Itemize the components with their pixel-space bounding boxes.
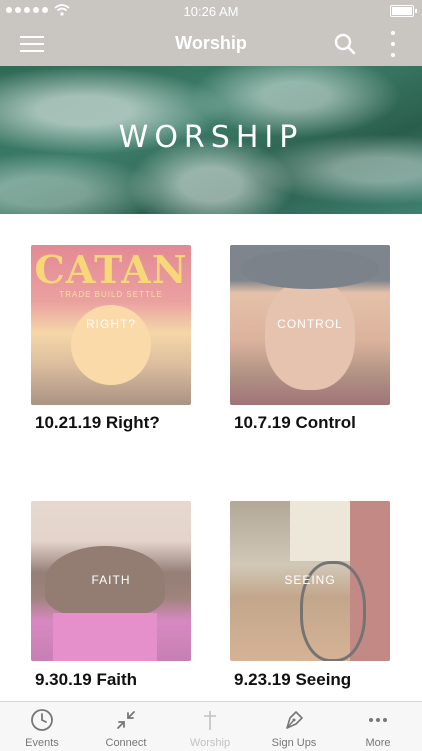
nav-bar: Worship [0, 22, 422, 66]
tab-bar: Events Connect Worship Sign Ups More [0, 701, 422, 751]
page-title: Worship [175, 33, 247, 53]
tab-label: Connect [105, 737, 147, 749]
sermon-label: FAITH [91, 573, 131, 587]
tab-label: Sign Ups [271, 737, 317, 749]
search-icon[interactable] [334, 33, 356, 55]
tab-worship[interactable]: Worship [168, 702, 252, 751]
more-options-icon[interactable] [390, 31, 396, 57]
banner-title: WORSHIP [118, 120, 304, 155]
tab-events[interactable]: Events [0, 702, 84, 751]
worship-banner: WORSHIP [0, 66, 422, 214]
sermon-title[interactable]: 9.30.19 Faith [35, 670, 137, 690]
more-icon [369, 718, 387, 722]
cross-icon [204, 711, 216, 730]
tab-label: Events [25, 737, 59, 749]
sermon-title[interactable]: 10.21.19 Right? [35, 413, 160, 433]
sermon-label: RIGHT? [85, 317, 136, 331]
tab-connect[interactable]: Connect [84, 702, 168, 751]
clock-icon [31, 709, 53, 731]
sermon-card-faith[interactable]: FAITH [31, 501, 191, 661]
sermon-card-seeing[interactable]: SEEING [230, 501, 390, 661]
battery-icon [390, 5, 417, 17]
sermon-title[interactable]: 10.7.19 Control [234, 413, 356, 433]
status-time: 10:26 AM [183, 4, 239, 19]
tab-sign-ups[interactable]: Sign Ups [252, 702, 336, 751]
tab-label: More [365, 737, 391, 749]
sermon-card-control[interactable]: CONTROL [230, 245, 390, 405]
tab-more[interactable]: More [336, 702, 420, 751]
sermon-label: CONTROL [277, 317, 343, 331]
sermon-label: SEEING [284, 573, 336, 587]
pen-icon [286, 711, 303, 729]
arrows-icon [117, 711, 135, 729]
tab-label: Worship [189, 737, 231, 749]
sermon-title[interactable]: 9.23.19 Seeing [234, 670, 351, 690]
sermon-card-right[interactable]: CATAN TRADE BUILD SETTLE RIGHT? [31, 245, 191, 405]
status-bar: 10:26 AM [0, 0, 422, 22]
